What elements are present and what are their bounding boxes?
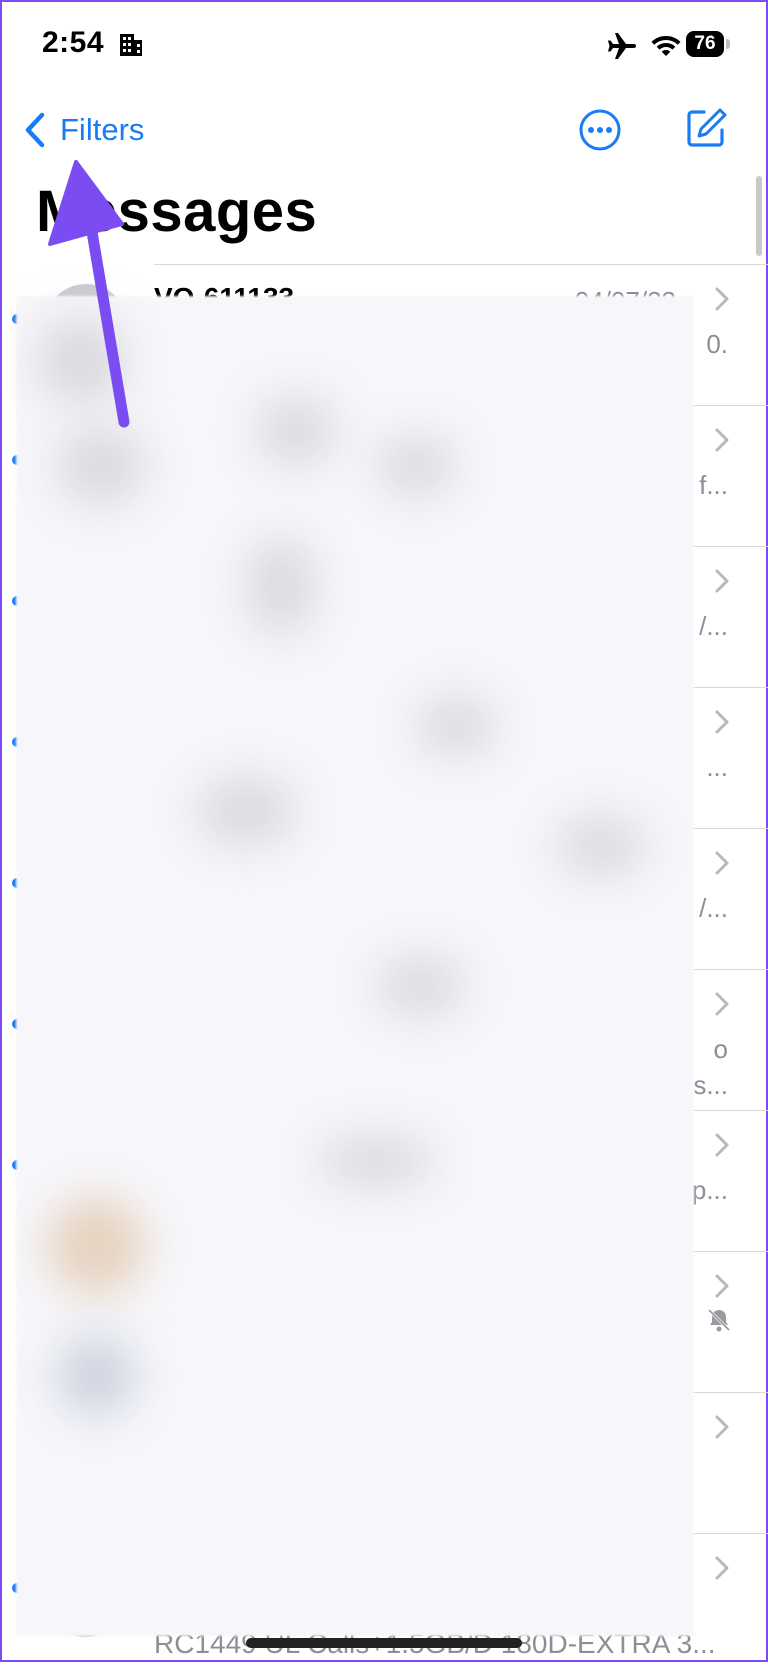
ellipsis-circle-icon[interactable] bbox=[578, 108, 622, 152]
chevron-right-icon bbox=[715, 851, 729, 875]
blur-redaction-overlay bbox=[16, 296, 694, 1636]
building-icon bbox=[120, 34, 142, 56]
compose-icon[interactable] bbox=[684, 106, 728, 150]
chevron-right-icon bbox=[715, 428, 729, 452]
battery-indicator: 76 bbox=[686, 31, 732, 57]
scrollbar[interactable] bbox=[756, 176, 762, 256]
chevron-left-icon bbox=[25, 112, 45, 148]
row-separator bbox=[154, 264, 768, 265]
chevron-right-icon bbox=[715, 1556, 729, 1580]
battery-tip bbox=[726, 39, 730, 49]
back-button-label: Filters bbox=[60, 112, 145, 147]
annotation-arrow bbox=[48, 160, 130, 428]
chevron-right-icon bbox=[715, 992, 729, 1016]
chevron-right-icon bbox=[715, 1133, 729, 1157]
chevron-right-icon bbox=[715, 287, 729, 311]
chevron-right-icon bbox=[715, 710, 729, 734]
chevron-right-icon bbox=[715, 569, 729, 593]
bell-slash-icon bbox=[707, 1308, 731, 1332]
status-time: 2:54 bbox=[42, 26, 105, 59]
wifi-icon bbox=[651, 36, 681, 56]
airplane-icon bbox=[608, 33, 636, 59]
chevron-right-icon bbox=[715, 1415, 729, 1439]
chevron-right-icon bbox=[715, 1274, 729, 1298]
back-button[interactable]: Filters bbox=[22, 108, 144, 152]
home-indicator bbox=[246, 1638, 522, 1648]
battery-level: 76 bbox=[686, 31, 724, 57]
